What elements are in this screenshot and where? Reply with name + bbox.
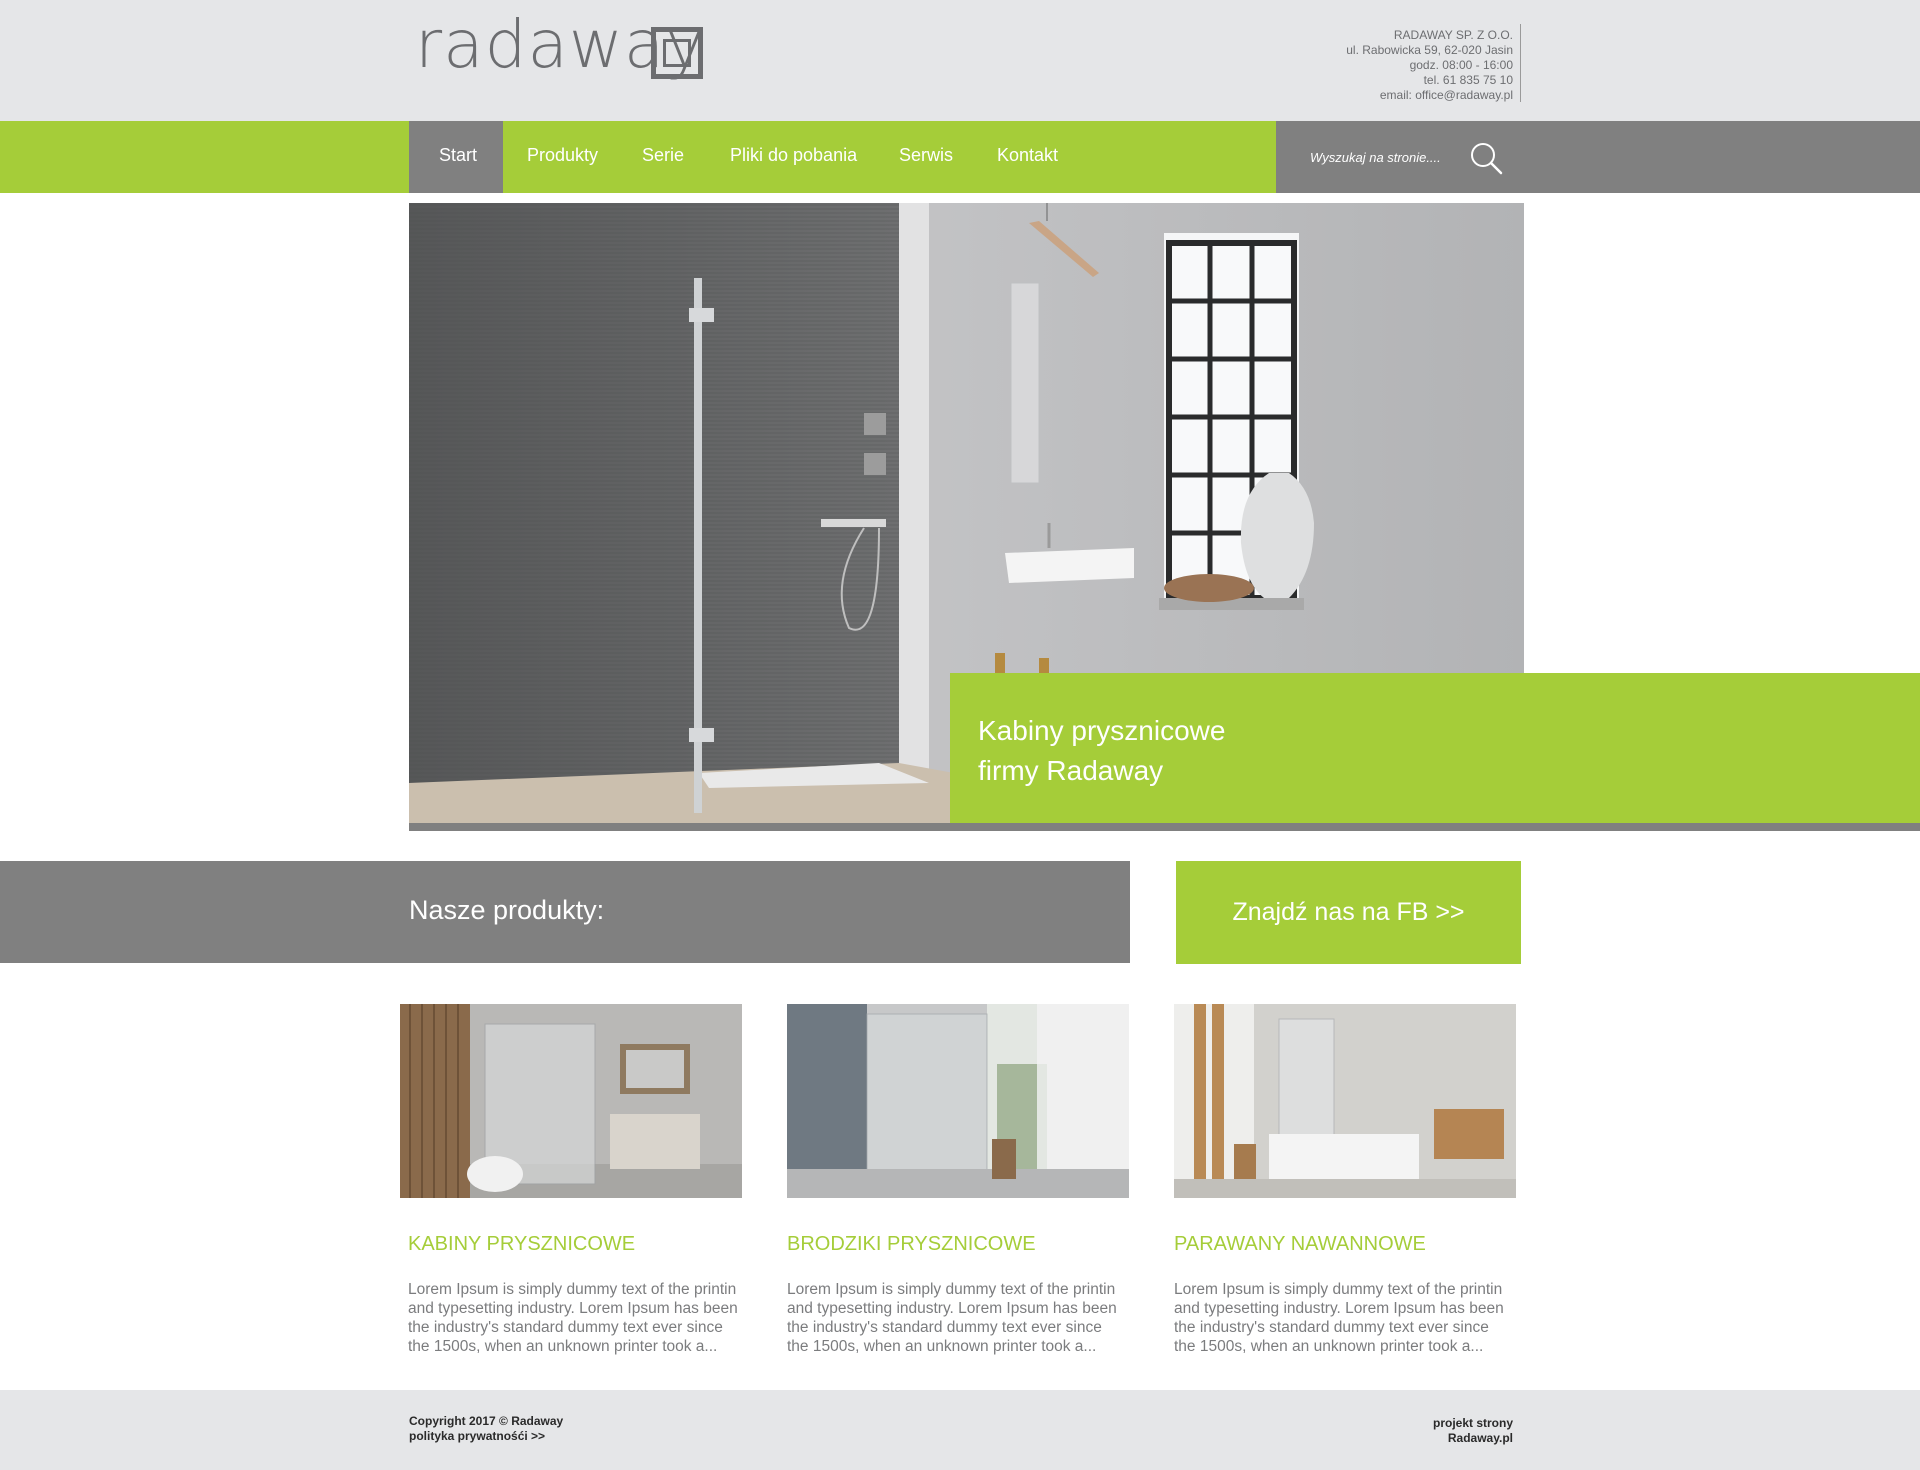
footer-left: Copyright 2017 © Radaway polityka prywat…	[409, 1414, 563, 1444]
nav-item-pliki[interactable]: Pliki do pobania	[730, 144, 857, 166]
product-title-parawany[interactable]: PARAWANY NAWANNOWE	[1174, 1233, 1426, 1256]
hero-caption: Kabiny prysznicowe firmy Radaway	[978, 711, 1225, 791]
product-description-parawany: Lorem Ipsum is simply dummy text of the …	[1174, 1281, 1504, 1355]
product-title-kabiny[interactable]: KABINY PRYSZNICOWE	[408, 1233, 635, 1256]
nav-item-serwis[interactable]: Serwis	[899, 144, 953, 166]
company-address: ul. Rabowicka 59, 62-020 Jasin	[1346, 43, 1513, 57]
credit-line2: Radaway.pl	[1447, 1431, 1513, 1445]
footer	[0, 1390, 1920, 1470]
nav-item-serie[interactable]: Serie	[642, 144, 684, 166]
footer-credit[interactable]: projekt strony Radaway.pl	[1433, 1416, 1513, 1446]
contact-info: RADAWAY SP. Z O.O. ul. Rabowicka 59, 62-…	[1346, 28, 1513, 103]
product-title-brodziki[interactable]: BRODZIKI PRYSZNICOWE	[787, 1233, 1036, 1256]
products-title: Nasze produkty:	[409, 895, 605, 925]
opening-hours: godz. 08:00 - 16:00	[1409, 58, 1513, 72]
nav-item-start[interactable]: Start	[439, 144, 477, 166]
privacy-link[interactable]: polityka prywatnośći >>	[409, 1429, 563, 1444]
nav-item-kontakt[interactable]: Kontakt	[997, 144, 1058, 166]
logo-square-icon	[651, 27, 703, 79]
credit-line1: projekt strony	[1432, 1416, 1513, 1430]
phone-number: tel. 61 835 75 10	[1423, 73, 1513, 87]
product-image-brodziki[interactable]	[787, 1004, 1129, 1198]
logo[interactable]: radaway	[415, 12, 715, 90]
product-image-kabiny[interactable]	[400, 1004, 742, 1198]
email-address[interactable]: email: office@radaway.pl	[1346, 88, 1513, 103]
main-nav	[0, 121, 1277, 193]
header	[0, 0, 1920, 121]
product-description-kabiny: Lorem Ipsum is simply dummy text of the …	[408, 1281, 738, 1355]
hero-bottom-bar	[409, 823, 1920, 831]
product-image-parawany[interactable]	[1174, 1004, 1516, 1198]
contact-divider	[1520, 24, 1521, 102]
product-description-brodziki: Lorem Ipsum is simply dummy text of the …	[787, 1281, 1117, 1355]
hero-caption-line1: Kabiny prysznicowe	[978, 715, 1226, 746]
facebook-button-label[interactable]: Znajdź nas na FB >>	[1176, 898, 1521, 927]
search-icon[interactable]	[1468, 140, 1504, 176]
company-name: RADAWAY SP. Z O.O.	[1393, 28, 1513, 42]
copyright: Copyright 2017 © Radaway	[409, 1414, 564, 1428]
nav-item-produkty[interactable]: Produkty	[527, 144, 598, 166]
hero-caption-line2: firmy Radaway	[978, 755, 1164, 786]
search-input[interactable]: Wyszukaj na stronie....	[1310, 150, 1441, 165]
